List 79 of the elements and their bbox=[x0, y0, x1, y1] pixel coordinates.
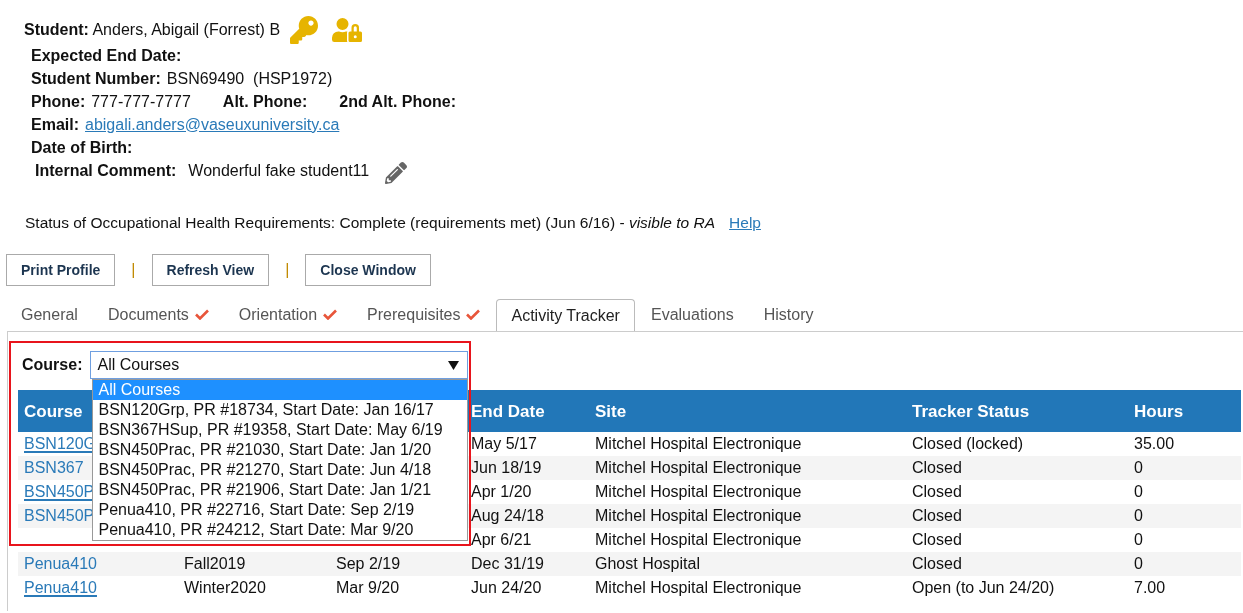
table-cell: Sep 2/19 bbox=[336, 555, 401, 573]
field-label: Expected End Date: bbox=[31, 45, 182, 66]
table-cell: Apr 1/20 bbox=[471, 483, 532, 501]
table-cell: 0 bbox=[1134, 483, 1143, 501]
field-label: Phone: bbox=[31, 91, 86, 112]
key-icon[interactable] bbox=[290, 16, 319, 44]
tab[interactable]: Documents bbox=[93, 298, 223, 332]
table-cell: Mitchel Hospital Electronique bbox=[595, 531, 802, 549]
student-name: Student: Anders, Abigail (Forrest) B bbox=[24, 20, 281, 40]
tab[interactable]: General bbox=[7, 298, 92, 332]
course-label: Course: bbox=[22, 355, 83, 376]
separator: | bbox=[131, 260, 136, 281]
dropdown-option[interactable]: Penua410, PR #24212, Start Date: Mar 9/20 bbox=[93, 520, 468, 541]
table-cell: Mitchel Hospital Electronique bbox=[595, 435, 802, 453]
table-cell: Mitchel Hospital Electronique bbox=[595, 459, 802, 477]
column-header: Course bbox=[24, 401, 83, 421]
table-cell: Closed bbox=[912, 459, 962, 477]
table-cell: Apr 6/21 bbox=[471, 531, 532, 549]
table-cell: Closed bbox=[912, 555, 962, 573]
table-cell: Closed bbox=[912, 507, 962, 525]
tab[interactable]: Prerequisites bbox=[353, 298, 495, 332]
dropdown-option[interactable]: BSN450Prac, PR #21270, Start Date: Jun 4/18 bbox=[93, 460, 468, 481]
tab[interactable]: History bbox=[749, 298, 828, 332]
field-label: Internal Comment: bbox=[35, 160, 177, 181]
field-label: Date of Birth: bbox=[31, 137, 133, 158]
table-cell: 0 bbox=[1134, 507, 1143, 525]
dropdown-option[interactable]: BSN120Grp, PR #18734, Start Date: Jan 16/17 bbox=[93, 400, 468, 421]
table-cell: Dec 31/19 bbox=[471, 555, 544, 573]
tab[interactable]: Activity Tracker bbox=[496, 299, 635, 333]
toolbar-button[interactable]: Print Profile bbox=[6, 254, 116, 287]
column-header: Tracker Status bbox=[912, 401, 1030, 421]
toolbar-button[interactable]: Close Window bbox=[305, 254, 431, 287]
table-cell: Winter2020 bbox=[184, 579, 266, 597]
table-cell: Jun 18/19 bbox=[471, 459, 542, 477]
field-label: Alt. Phone: bbox=[222, 91, 308, 112]
course-link[interactable]: BSN367 bbox=[24, 459, 84, 477]
table-cell: Fall2019 bbox=[184, 555, 246, 573]
tab[interactable]: Evaluations bbox=[636, 298, 748, 332]
table-cell: May 5/17 bbox=[471, 435, 537, 453]
field-value: Wonderful fake student11 bbox=[188, 160, 370, 181]
dropdown-option[interactable]: BSN367HSup, PR #19358, Start Date: May 6/19 bbox=[93, 420, 468, 441]
dropdown-option[interactable]: BSN450Prac, PR #21906, Start Date: Jan 1/21 bbox=[93, 480, 468, 501]
table-cell: 7.00 bbox=[1134, 579, 1166, 597]
help-link[interactable]: Help bbox=[729, 211, 761, 235]
pencil-icon[interactable] bbox=[385, 161, 408, 184]
table-cell: Closed (locked) bbox=[912, 435, 1024, 453]
table-cell: Mitchel Hospital Electronique bbox=[595, 483, 802, 501]
table-cell: Ghost Hospital bbox=[595, 555, 700, 573]
table-cell: Jun 24/20 bbox=[471, 579, 542, 597]
table-cell: 0 bbox=[1134, 459, 1143, 477]
caret-icon bbox=[448, 360, 460, 370]
table-cell: 0 bbox=[1134, 555, 1143, 573]
table-cell: 35.00 bbox=[1134, 435, 1175, 453]
course-link[interactable]: Penua410 bbox=[24, 579, 97, 597]
dropdown-option[interactable]: BSN450Prac, PR #21030, Start Date: Jan 1/20 bbox=[93, 440, 468, 461]
field-value: 777-777-7777 bbox=[91, 91, 191, 112]
table-cell: Open (to Jun 24/20) bbox=[912, 579, 1055, 597]
email-link[interactable]: abigali.anders@vaseuxuniversity.ca bbox=[85, 112, 340, 137]
status-text: Status of Occupational Health Requirements: Complete (requirements met) (Jun 6/16) - visible to RA bbox=[25, 213, 716, 233]
table-cell: Closed bbox=[912, 483, 962, 501]
field-value: BSN69490 (HSP1972) bbox=[166, 68, 333, 89]
table-cell: Aug 24/18 bbox=[471, 507, 544, 525]
table-cell: Mitchel Hospital Electronique bbox=[595, 507, 802, 525]
separator: | bbox=[285, 260, 290, 281]
user-lock-icon[interactable] bbox=[332, 18, 363, 42]
table-cell: Mar 9/20 bbox=[336, 579, 400, 597]
table-cell: 0 bbox=[1134, 531, 1143, 549]
toolbar-button[interactable]: Refresh View bbox=[151, 254, 270, 287]
table-cell: Mitchel Hospital Electronique bbox=[595, 579, 802, 597]
column-header: Site bbox=[595, 401, 627, 421]
field-label: Email: bbox=[31, 114, 79, 135]
field-label: Student Number: bbox=[31, 68, 161, 89]
course-link[interactable]: Penua410 bbox=[24, 555, 97, 573]
column-header: Hours bbox=[1134, 401, 1184, 421]
tab[interactable]: Orientation bbox=[224, 298, 352, 332]
dropdown-option[interactable]: Penua410, PR #22716, Start Date: Sep 2/19 bbox=[93, 500, 468, 521]
table-cell: Closed bbox=[912, 531, 962, 549]
column-header: End Date bbox=[471, 401, 545, 421]
field-label: 2nd Alt. Phone: bbox=[339, 91, 457, 112]
